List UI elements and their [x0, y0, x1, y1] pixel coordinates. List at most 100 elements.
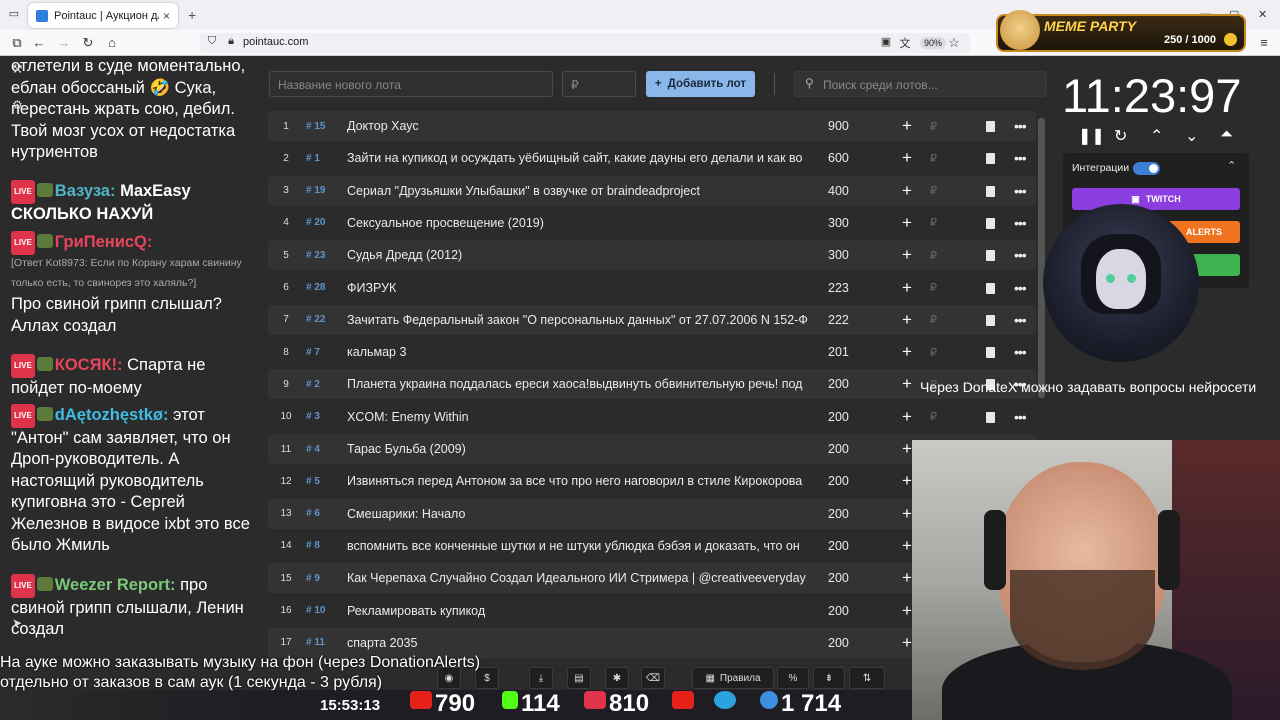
add-amount-icon[interactable]: +	[902, 213, 912, 233]
telegram-icon[interactable]: ➤	[12, 616, 22, 630]
trash-icon[interactable]	[986, 314, 995, 326]
lot-name[interactable]: XCOM: Enemy Within	[347, 410, 809, 424]
lot-amount[interactable]: 222	[828, 313, 858, 327]
lot-name[interactable]: Смешарики: Начало	[347, 507, 809, 521]
lot-amount[interactable]: 200	[828, 410, 858, 424]
trash-icon[interactable]	[986, 282, 995, 294]
more-options-icon[interactable]: •••	[1014, 344, 1027, 360]
more-options-icon[interactable]: •••	[1014, 312, 1027, 328]
more-options-icon[interactable]: •••	[1014, 247, 1027, 263]
reader-view-icon[interactable]: ▣	[878, 35, 894, 48]
add-amount-icon[interactable]: +	[902, 116, 912, 136]
lot-name-input[interactable]: Название нового лота	[269, 71, 553, 97]
lot-name[interactable]: вспомнить все конченные шутки и не штуки…	[347, 539, 809, 553]
lot-name[interactable]: Доктор Хаус	[347, 119, 809, 133]
tab-list-icon[interactable]: ▭	[6, 7, 22, 20]
chevron-up-icon[interactable]: ⌃	[1150, 126, 1163, 146]
lot-name[interactable]: Извиняться перед Антоном за все что про …	[347, 474, 809, 488]
trash-icon[interactable]	[986, 153, 995, 165]
sort-icon[interactable]: ⇅	[849, 667, 885, 689]
percent-button[interactable]: %	[777, 667, 809, 689]
lot-name[interactable]: Зайти на купикод и осуждать уёбищный сай…	[347, 151, 809, 165]
add-amount-icon[interactable]: +	[902, 407, 912, 427]
lot-amount-input[interactable]: ₽	[562, 71, 636, 97]
lot-amount[interactable]: 600	[828, 151, 858, 165]
lot-row[interactable]: 1 # 15 Доктор Хаус 900 + ₽ •••	[268, 111, 1036, 141]
pause-icon[interactable]: ❚❚	[1078, 126, 1105, 146]
bug-icon[interactable]: ✱	[605, 667, 629, 689]
chevron-down-icon[interactable]: ⌄	[1185, 126, 1198, 146]
clear-icon[interactable]: ⌫	[641, 667, 665, 689]
zoom-level[interactable]: 90%	[920, 37, 947, 49]
download-icon[interactable]: ⤓	[529, 667, 553, 689]
lot-amount[interactable]: 300	[828, 248, 858, 262]
trash-icon[interactable]	[986, 185, 995, 197]
new-tab-icon[interactable]: +	[188, 7, 196, 23]
lot-name[interactable]: Судья Дредд (2012)	[347, 248, 809, 262]
trash-icon[interactable]	[986, 411, 995, 423]
lot-name[interactable]: Сериал "Друзьяшки Улыбашки" в озвучке от…	[347, 184, 809, 198]
lot-amount[interactable]: 300	[828, 216, 858, 230]
lots-scrollbar[interactable]	[1038, 118, 1045, 398]
lot-name[interactable]: Планета украина поддалась ереси хаоса!вы…	[347, 377, 809, 391]
sidebar-icon[interactable]: ⧉	[9, 35, 25, 51]
shield-icon[interactable]: ⛉	[204, 35, 220, 48]
add-amount-icon[interactable]: +	[902, 374, 912, 394]
lot-name[interactable]: Сексуальное просвещение (2019)	[347, 216, 809, 230]
add-amount-icon[interactable]: +	[902, 568, 912, 588]
lot-row[interactable]: 5 # 23 Судья Дредд (2012) 300 + ₽ •••	[268, 240, 1036, 271]
more-options-icon[interactable]: •••	[1014, 150, 1027, 166]
back-icon[interactable]: ←	[31, 35, 47, 50]
save-icon[interactable]: ▤	[567, 667, 591, 689]
add-amount-icon[interactable]: +	[902, 471, 912, 491]
add-amount-icon[interactable]: +	[902, 181, 912, 201]
chat-username[interactable]: КОСЯК!:	[55, 356, 123, 374]
lot-name[interactable]: спарта 2035	[347, 636, 809, 650]
lot-row[interactable]: 2 # 1 Зайти на купикод и осуждать уёбищный…	[268, 143, 1036, 174]
trash-icon[interactable]	[986, 347, 995, 359]
hammer-icon[interactable]: ⚒	[12, 62, 23, 76]
more-options-icon[interactable]: •••	[1014, 215, 1027, 231]
more-options-icon[interactable]: •••	[1014, 118, 1027, 134]
browser-tab[interactable]: Pointauc | Аукцион для стриме ×	[28, 3, 178, 28]
lot-row[interactable]: 7 # 22 Зачитать Федеральный закон "О персо…	[268, 304, 1036, 335]
lot-amount[interactable]: 200	[828, 571, 858, 585]
lot-name[interactable]: ФИЗРУК	[347, 281, 809, 295]
lot-name[interactable]: Зачитать Федеральный закон "О персональн…	[347, 313, 809, 327]
add-amount-icon[interactable]: +	[902, 148, 912, 168]
add-amount-icon[interactable]: +	[902, 310, 912, 330]
chat-username[interactable]: Вазуза:	[55, 182, 116, 200]
menu-icon[interactable]: ≡	[1256, 35, 1272, 50]
address-bar[interactable]	[200, 33, 970, 53]
rules-button[interactable]: ▦ Правила	[692, 667, 774, 689]
lock-icon[interactable]: 🔒︎	[223, 35, 239, 48]
chevron-up-icon[interactable]: ⌃	[1227, 159, 1236, 172]
lot-amount[interactable]: 201	[828, 345, 858, 359]
double-chevron-up-icon[interactable]: ⏶	[1220, 126, 1233, 144]
lot-amount[interactable]: 200	[828, 474, 858, 488]
add-amount-icon[interactable]: +	[902, 601, 912, 621]
lot-amount[interactable]: 400	[828, 184, 858, 198]
lot-row[interactable]: 8 # 7 кальмар 3 201 + ₽ •••	[268, 337, 1036, 368]
trash-icon[interactable]	[986, 121, 995, 132]
add-amount-icon[interactable]: +	[902, 504, 912, 524]
chat-username[interactable]: ГриПенисQ:	[55, 233, 153, 251]
add-amount-icon[interactable]: +	[902, 278, 912, 298]
more-options-icon[interactable]: •••	[1014, 183, 1027, 199]
lot-row[interactable]: 10 # 3 XCOM: Enemy Within 200 + ₽ •••	[268, 401, 1036, 432]
reload-icon[interactable]: ↻	[80, 35, 96, 51]
bookmark-star-icon[interactable]: ☆	[946, 35, 962, 51]
add-amount-icon[interactable]: +	[902, 245, 912, 265]
lot-name[interactable]: кальмар 3	[347, 345, 809, 359]
forward-icon[interactable]: →	[56, 35, 72, 50]
more-options-icon[interactable]: •••	[1014, 409, 1027, 425]
trash-icon[interactable]	[986, 217, 995, 229]
chat-username[interactable]: dAętozhęstkø:	[55, 406, 169, 424]
reset-icon[interactable]: ↻	[1114, 126, 1127, 146]
lot-amount[interactable]: 900	[828, 119, 858, 133]
add-lot-button[interactable]: + Добавить лот	[646, 71, 755, 97]
more-options-icon[interactable]: •••	[1014, 280, 1027, 296]
close-tab-icon[interactable]: ×	[163, 9, 170, 23]
lot-amount[interactable]: 200	[828, 442, 858, 456]
close-window-icon[interactable]: ✕	[1258, 8, 1267, 21]
